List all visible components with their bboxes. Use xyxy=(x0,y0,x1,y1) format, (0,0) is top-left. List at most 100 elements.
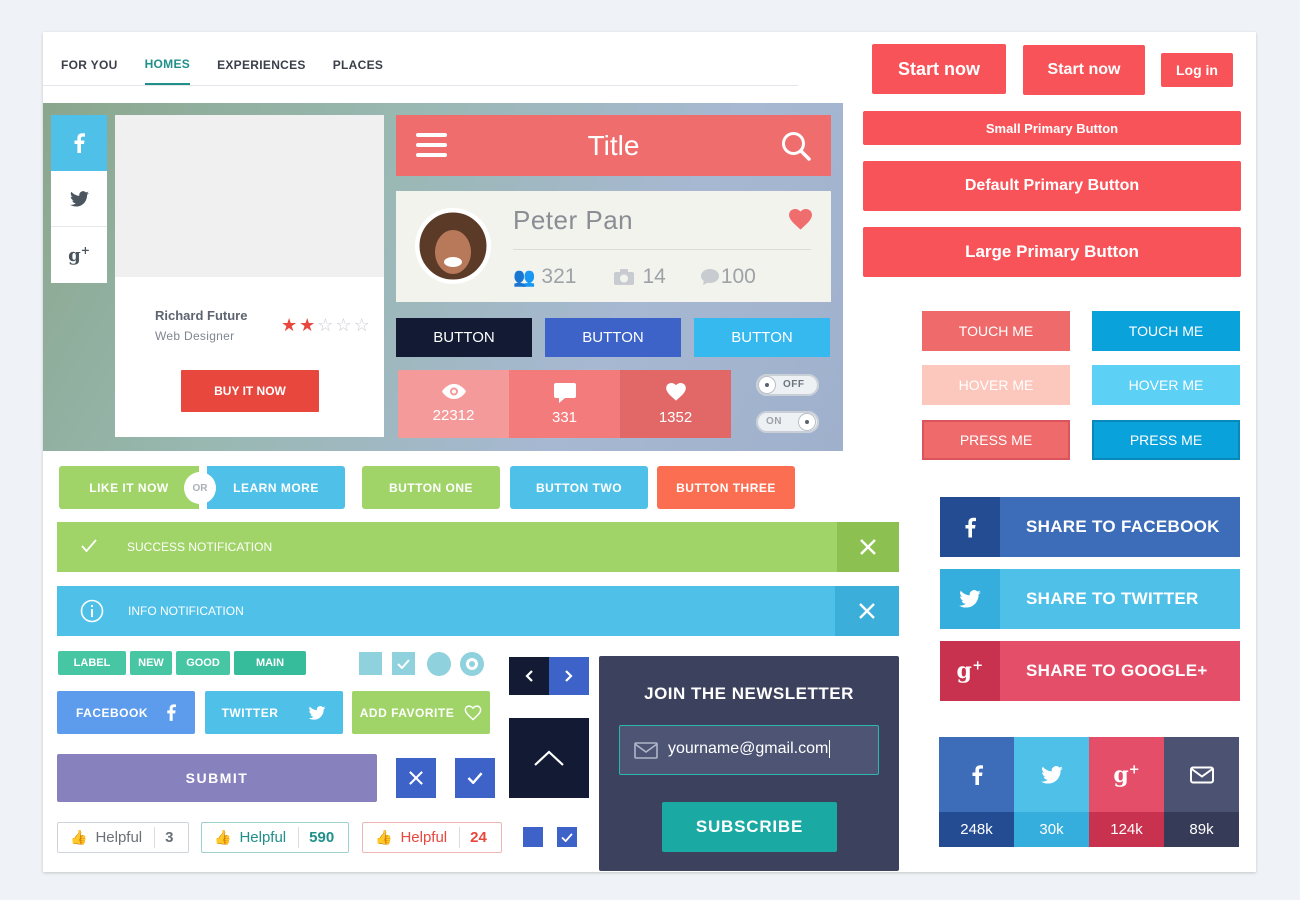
blue-button[interactable]: BUTTON xyxy=(545,318,681,357)
radio-selected[interactable] xyxy=(460,652,484,676)
button-three[interactable]: BUTTON THREE xyxy=(657,466,795,509)
google-plus-icon: g+ xyxy=(68,244,90,266)
facebook-count-tile[interactable]: 248k xyxy=(939,737,1014,847)
newsletter-email-field[interactable]: yourname@gmail.com xyxy=(619,725,879,775)
google-plus-side-button[interactable]: g+ xyxy=(51,227,107,283)
toggle-off[interactable]: OFF xyxy=(756,374,819,396)
small-primary-button[interactable]: Small Primary Button xyxy=(863,111,1241,145)
share-twitter-button[interactable]: SHARE TO TWITTER xyxy=(940,569,1240,629)
tag-label[interactable]: LABEL xyxy=(58,651,126,675)
checkbox-unchecked[interactable] xyxy=(359,652,382,675)
tab-places[interactable]: PLACES xyxy=(333,44,383,85)
menu-icon[interactable] xyxy=(416,133,447,157)
default-primary-button[interactable]: Default Primary Button xyxy=(863,161,1241,211)
helpful-button-red[interactable]: 👍 Helpful 24 xyxy=(362,822,502,853)
facebook-side-button[interactable] xyxy=(51,115,107,171)
radio-ring xyxy=(466,658,478,670)
light-blue-button[interactable]: BUTTON xyxy=(694,318,830,357)
like-it-now-button[interactable]: LIKE IT NOW xyxy=(59,466,199,509)
check-icon xyxy=(467,772,483,784)
tab-experiences[interactable]: EXPERIENCES xyxy=(217,44,306,85)
likes-stat[interactable]: 1352 xyxy=(620,370,731,438)
press-me-blue-button[interactable]: PRESS ME xyxy=(1092,420,1240,460)
helpful-count: 24 xyxy=(459,827,497,848)
star-filled-icon[interactable]: ★ xyxy=(281,315,297,336)
search-icon[interactable] xyxy=(781,131,811,161)
close-info-button[interactable] xyxy=(835,586,899,636)
facebook-button[interactable]: FACEBOOK xyxy=(57,691,195,734)
helpful-button-neutral[interactable]: 👍 Helpful 3 xyxy=(57,822,189,853)
twitter-count: 30k xyxy=(1014,812,1089,847)
hover-me-red-button[interactable]: HOVER ME xyxy=(922,365,1070,405)
tab-homes[interactable]: HOMES xyxy=(144,44,191,85)
close-success-button[interactable] xyxy=(837,522,899,572)
press-me-red-button[interactable]: PRESS ME xyxy=(922,420,1070,460)
top-nav: FOR YOU HOMES EXPERIENCES PLACES xyxy=(61,44,410,85)
photos-count: 14 xyxy=(642,265,666,288)
twitter-count-tile[interactable]: 30k xyxy=(1014,737,1089,847)
profile-name: Peter Pan xyxy=(513,205,634,235)
dark-navy-button[interactable]: BUTTON xyxy=(396,318,532,357)
check-icon xyxy=(561,832,573,842)
touch-me-blue-button[interactable]: TOUCH ME xyxy=(1092,311,1240,351)
google-count: 124k xyxy=(1089,812,1164,847)
button-two[interactable]: BUTTON TWO xyxy=(510,466,648,509)
google-count-tile[interactable]: g+ 124k xyxy=(1089,737,1164,847)
twitter-icon xyxy=(959,590,981,608)
toggle-on[interactable]: ON xyxy=(756,411,819,433)
helpful-label: Helpful xyxy=(400,829,448,846)
checkbox-checked[interactable] xyxy=(392,652,415,675)
twitter-side-button[interactable] xyxy=(51,171,107,227)
tag-main[interactable]: MAIN xyxy=(234,651,306,675)
small-checkbox-unchecked[interactable] xyxy=(523,827,543,847)
tag-good[interactable]: GOOD xyxy=(176,651,230,675)
share-twitter-label: SHARE TO TWITTER xyxy=(1026,589,1199,608)
toggle-knob xyxy=(759,377,775,393)
button-one[interactable]: BUTTON ONE xyxy=(362,466,500,509)
check-square-button[interactable] xyxy=(455,758,495,798)
next-button[interactable] xyxy=(549,657,589,695)
close-square-button[interactable] xyxy=(396,758,436,798)
star-empty-icon[interactable]: ☆ xyxy=(354,315,370,336)
hover-me-blue-button[interactable]: HOVER ME xyxy=(1092,365,1240,405)
share-facebook-button[interactable]: SHARE TO FACEBOOK xyxy=(940,497,1240,557)
mail-count-tile[interactable]: 89k xyxy=(1164,737,1239,847)
title-bar-title: Title xyxy=(587,129,640,161)
newsletter-panel: JOIN THE NEWSLETTER yourname@gmail.com S… xyxy=(599,656,899,871)
tag-new[interactable]: NEW xyxy=(130,651,172,675)
camera-icon xyxy=(614,269,635,285)
login-button[interactable]: Log in xyxy=(1161,53,1233,87)
prev-button[interactable] xyxy=(509,657,549,695)
submit-button[interactable]: SUBMIT xyxy=(57,754,377,802)
heart-icon[interactable] xyxy=(789,209,812,230)
buy-it-now-button[interactable]: BUY IT NOW xyxy=(181,370,319,412)
learn-more-button[interactable]: LEARN MORE xyxy=(207,466,345,509)
subscribe-button[interactable]: SUBSCRIBE xyxy=(662,802,837,852)
radio-unselected[interactable] xyxy=(427,652,451,676)
scroll-top-button[interactable] xyxy=(509,718,589,798)
start-now-medium-button[interactable]: Start now xyxy=(1023,45,1145,95)
tab-for-you[interactable]: FOR YOU xyxy=(61,44,118,85)
mail-icon xyxy=(1189,766,1214,783)
share-google-label: SHARE TO GOOGLE+ xyxy=(1026,661,1208,680)
touch-me-red-button[interactable]: TOUCH ME xyxy=(922,311,1070,351)
start-now-large-button[interactable]: Start now xyxy=(872,44,1006,94)
info-text: INFO NOTIFICATION xyxy=(128,604,244,618)
thumbs-up-icon: 👍 xyxy=(70,829,88,845)
star-filled-icon[interactable]: ★ xyxy=(299,315,315,336)
add-favorite-button[interactable]: ADD FAVORITE xyxy=(352,691,490,734)
star-empty-icon[interactable]: ☆ xyxy=(317,315,333,336)
title-bar: Title xyxy=(396,115,831,176)
share-google-button[interactable]: g+ SHARE TO GOOGLE+ xyxy=(940,641,1240,701)
nav-divider xyxy=(43,85,798,86)
helpful-button-teal[interactable]: 👍 Helpful 590 xyxy=(201,822,349,853)
twitter-button[interactable]: TWITTER xyxy=(205,691,343,734)
rating-stars[interactable]: ★ ★ ☆ ☆ ☆ xyxy=(281,315,370,336)
star-empty-icon[interactable]: ☆ xyxy=(335,315,351,336)
small-checkbox-checked[interactable] xyxy=(557,827,577,847)
views-stat[interactable]: 22312 xyxy=(398,370,509,438)
large-primary-button[interactable]: Large Primary Button xyxy=(863,227,1241,277)
product-image xyxy=(115,115,384,277)
comments-stat[interactable]: 331 xyxy=(509,370,620,438)
close-icon xyxy=(409,771,423,785)
